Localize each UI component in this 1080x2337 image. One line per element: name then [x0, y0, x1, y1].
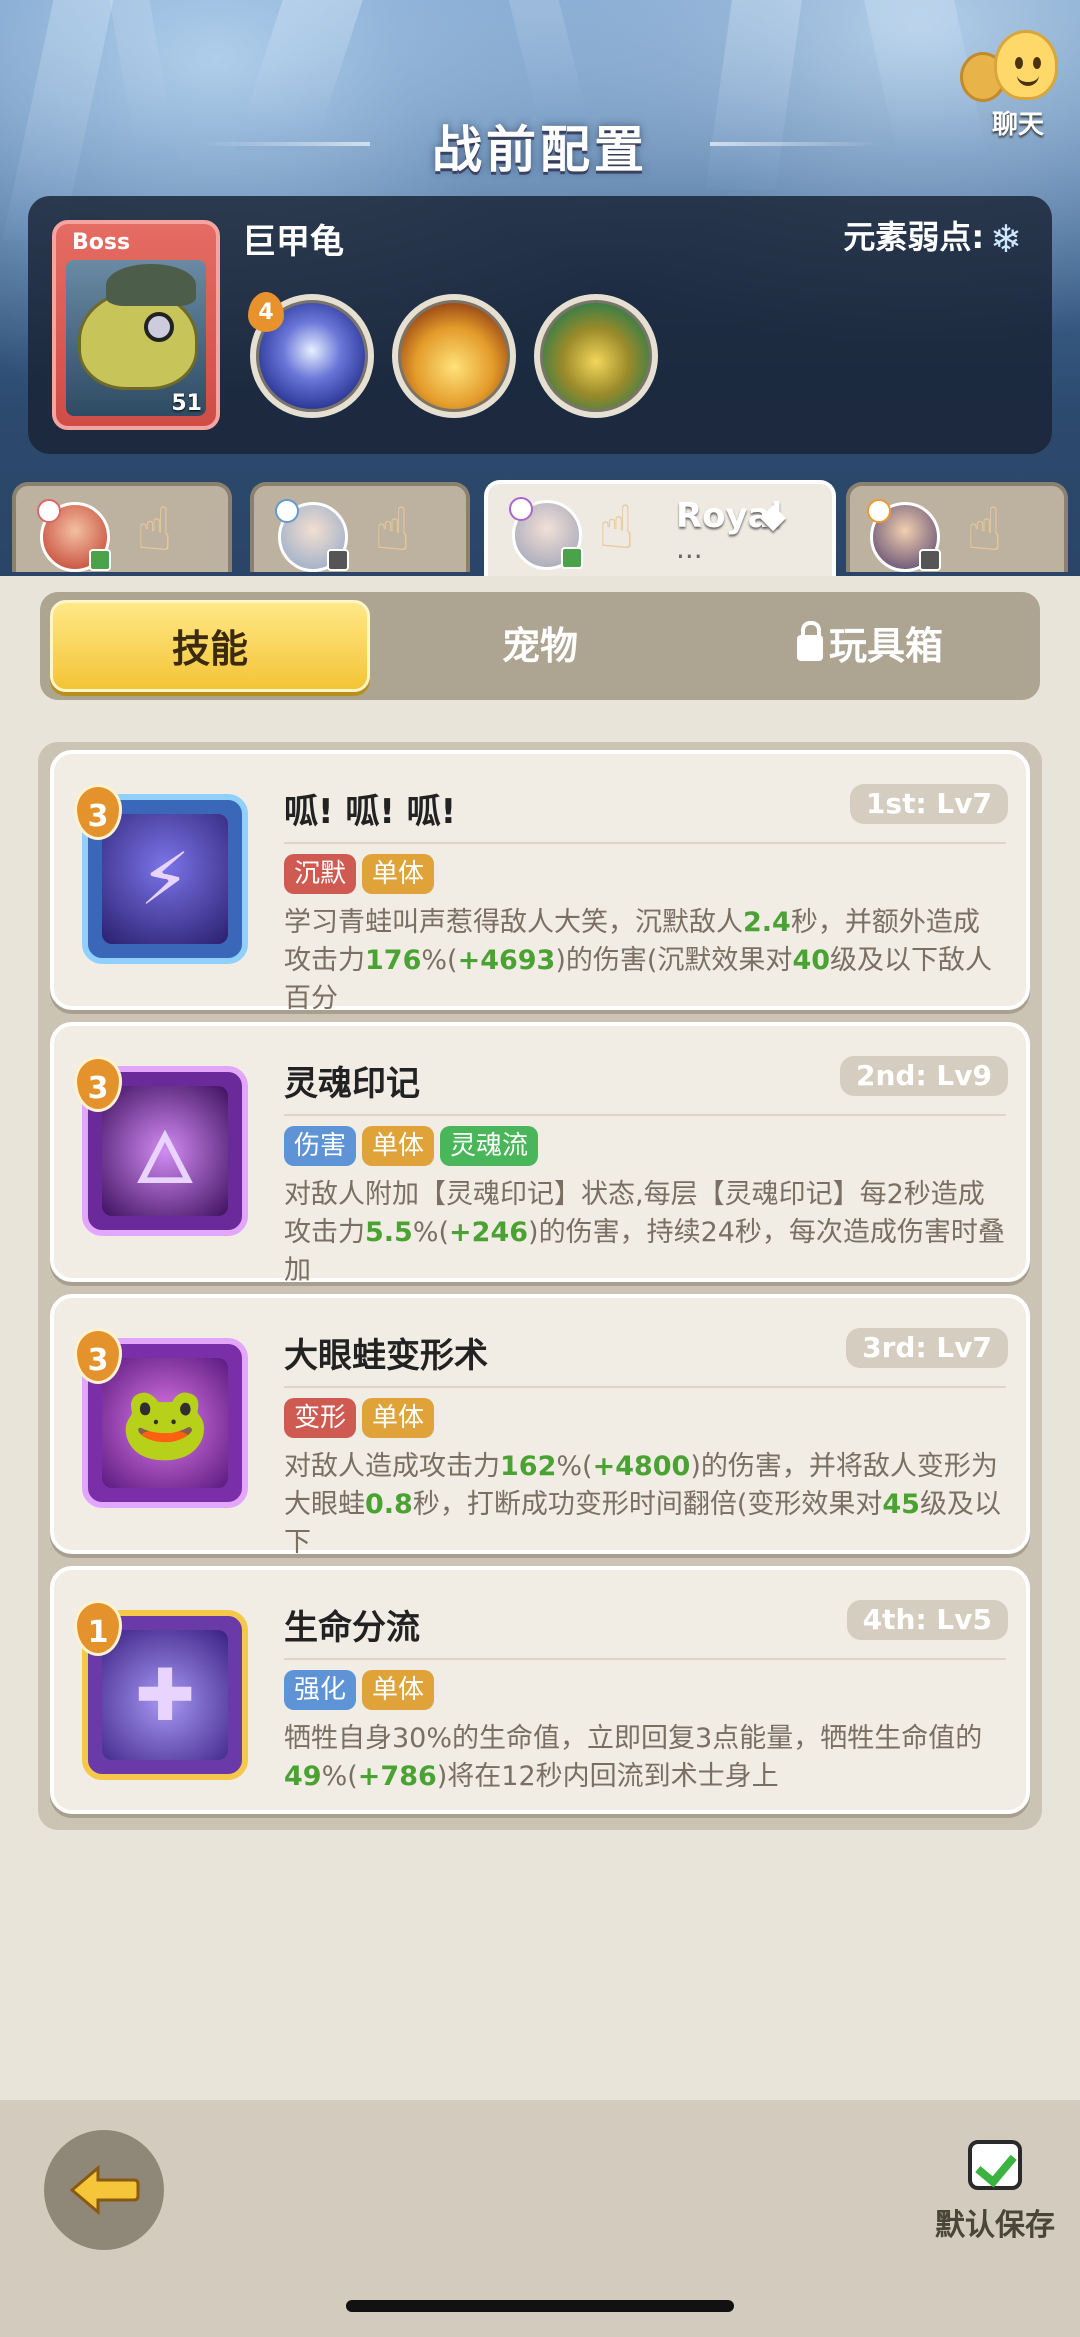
skill-slot-badge: 2nd: Lv9	[840, 1056, 1008, 1096]
element-fire-icon	[867, 499, 891, 523]
soul-flame-icon: 🜂	[102, 1086, 228, 1216]
lightning-icon: ⚡	[102, 814, 228, 944]
weakness-label: 元素弱点:	[843, 218, 985, 256]
hero-avatar	[867, 499, 941, 572]
chat-label: 聊天	[992, 110, 1045, 140]
skill-tag: 单体	[362, 1398, 435, 1438]
category-tabs: 技能 宠物 玩具箱	[40, 592, 1040, 700]
ready-check-icon	[89, 549, 111, 571]
default-save-label: 默认保存	[935, 2208, 1055, 2243]
skill-description: 牺牲自身30%的生命值，立即回复3点能量，牺牲生命值的49%(+786)将在12…	[284, 1723, 983, 1792]
skill-description: 对敌人附加【灵魂印记】状态,每层【灵魂印记】每2秒造成攻击力5.5%(+246)…	[284, 1179, 1005, 1284]
element-dark-icon	[509, 497, 533, 521]
divider	[284, 842, 1006, 844]
skill-description: 学习青蛙叫声惹得敌人大笑，沉默敌人2.4秒，并额外造成攻击力176%(+4693…	[284, 907, 993, 1012]
element-weakness: 元素弱点: ❄	[843, 212, 1022, 261]
ready-check-icon	[561, 547, 583, 569]
hero-tab-4[interactable]: ☝	[846, 482, 1068, 572]
checkbox-checked-icon	[968, 2140, 1022, 2190]
hero-avatar	[275, 499, 349, 572]
skill-tag: 单体	[362, 1670, 435, 1710]
skill-description: 对敌人造成攻击力162%(+4800)的伤害，并将敌人变形为大眼蛙0.8秒，打断…	[284, 1451, 1001, 1556]
skill-tags: 变形 单体	[284, 1398, 440, 1438]
skill-name: 灵魂印记	[284, 1064, 420, 1104]
home-indicator[interactable]	[346, 2300, 734, 2312]
skill-card[interactable]: ✚ 1 生命分流 4th: Lv5 强化 单体 牺牲自身30%的生命值，立即回复3…	[50, 1566, 1030, 1814]
boss-level: 51	[171, 391, 202, 416]
life-tap-cross-icon: ✚	[102, 1630, 228, 1760]
boss-portrait-card[interactable]: Boss 51	[52, 220, 220, 430]
back-button[interactable]	[44, 2130, 164, 2250]
hero-tab-1[interactable]: ☝	[12, 482, 232, 572]
frog-icon: 🐸	[102, 1358, 228, 1488]
hand-icon: ☝	[966, 495, 1003, 565]
skill-card[interactable]: 🜂 3 灵魂印记 2nd: Lv9 伤害 单体 灵魂流 对敌人附加【灵魂印记】状态,…	[50, 1022, 1030, 1284]
skill-tags: 强化 单体	[284, 1670, 440, 1710]
divider	[284, 1658, 1006, 1660]
hero-avatar	[509, 497, 583, 570]
skill-card[interactable]: 🐸 3 大眼蛙变形术 3rd: Lv7 变形 单体 对敌人造成攻击力162%(+4…	[50, 1294, 1030, 1556]
skill-card[interactable]: ⚡ 3 呱! 呱! 呱! 1st: Lv7 沉默 单体 学习青蛙叫声惹得敌人大笑，…	[50, 750, 1030, 1012]
boss-tag: Boss	[72, 230, 131, 255]
snowflake-icon: ❄	[990, 217, 1022, 261]
diamond-icon: ◆	[760, 496, 787, 536]
skill-tags: 沉默 单体	[284, 854, 440, 894]
skill-tag: 灵魂流	[440, 1126, 539, 1166]
status-icon	[919, 549, 941, 571]
boss-skill-spike-icon[interactable]	[392, 294, 516, 418]
skill-name: 呱! 呱! 呱!	[284, 792, 457, 832]
skill-tag: 单体	[362, 854, 435, 894]
page-title: 战前配置	[432, 121, 648, 179]
skill-tag: 强化	[284, 1670, 357, 1710]
skill-name: 生命分流	[284, 1608, 420, 1648]
skill-list: ⚡ 3 呱! 呱! 呱! 1st: Lv7 沉默 单体 学习青蛙叫声惹得敌人大笑，…	[38, 742, 1042, 1830]
skill-slot-badge: 4th: Lv5	[846, 1600, 1008, 1640]
boss-info-panel: Boss 51 巨甲龟 元素弱点: ❄ 4	[28, 196, 1052, 454]
hero-tab-2[interactable]: ☝	[250, 482, 470, 572]
chat-face-icon	[994, 30, 1058, 100]
boss-skill-shadow-icon[interactable]	[534, 294, 658, 418]
boss-name: 巨甲龟	[242, 222, 344, 262]
skill-tag: 沉默	[284, 854, 357, 894]
default-save-toggle[interactable]: 默认保存	[930, 2140, 1060, 2244]
hero-avatar	[37, 499, 111, 572]
skill-slot-badge: 1st: Lv7	[849, 784, 1008, 824]
tab-toybox-label: 玩具箱	[828, 624, 943, 668]
element-fire-icon	[37, 499, 61, 523]
divider	[284, 1114, 1006, 1116]
element-water-icon	[275, 499, 299, 523]
skill-tags: 伤害 单体 灵魂流	[284, 1126, 544, 1166]
back-arrow-icon	[69, 2164, 140, 2216]
tab-toybox[interactable]: 玩具箱	[710, 600, 1030, 692]
hand-icon: ☝	[136, 495, 173, 565]
boss-skill-level-badge: 4	[248, 292, 284, 332]
skill-tag: 伤害	[284, 1126, 357, 1166]
chat-button[interactable]: 聊天	[960, 30, 1070, 140]
status-icon	[327, 549, 349, 571]
skill-tag: 单体	[362, 1126, 435, 1166]
divider	[284, 1386, 1006, 1388]
hero-tab-royal[interactable]: ☝ Royal ◆ ...	[484, 480, 836, 576]
tab-skills[interactable]: 技能	[50, 600, 370, 692]
skill-slot-badge: 3rd: Lv7	[846, 1328, 1008, 1368]
tab-pets[interactable]: 宠物	[380, 600, 700, 692]
hand-icon: ☝	[598, 493, 635, 563]
lock-icon	[796, 621, 823, 661]
hero-name-suffix: ...	[676, 532, 703, 565]
skill-tag: 变形	[284, 1398, 357, 1438]
hand-icon: ☝	[374, 495, 411, 565]
skill-name: 大眼蛙变形术	[284, 1336, 488, 1376]
